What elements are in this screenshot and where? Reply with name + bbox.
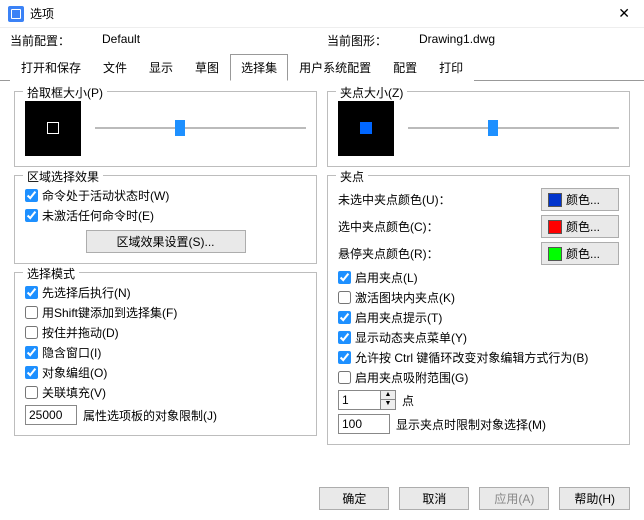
tab-7[interactable]: 打印 bbox=[428, 54, 474, 81]
grip-color-button-1[interactable]: 颜色... bbox=[541, 215, 619, 238]
tab-6[interactable]: 配置 bbox=[382, 54, 428, 81]
close-icon[interactable]: ✕ bbox=[612, 3, 636, 24]
selmode-limit-label: 属性选项板的对象限制(J) bbox=[83, 407, 217, 424]
tab-3[interactable]: 草图 bbox=[184, 54, 230, 81]
grip-color-row-0: 未选中夹点颜色(U)： 颜色... bbox=[338, 188, 619, 211]
selmode-group: 选择模式 先选择后执行(N)用Shift键添加到选择集(F)按住并拖动(D)隐含… bbox=[14, 272, 317, 436]
tab-0[interactable]: 打开和保存 bbox=[10, 54, 92, 81]
gripsize-preview bbox=[338, 100, 394, 156]
color-swatch-icon bbox=[548, 220, 562, 234]
grip-color-label-0: 未选中夹点颜色(U)： bbox=[338, 191, 451, 208]
spin-up-icon[interactable]: ▲ bbox=[381, 391, 395, 400]
gripsize-group: 夹点大小(Z) bbox=[327, 91, 630, 167]
selmode-chk-2[interactable]: 按住并拖动(D) bbox=[25, 324, 306, 341]
region-settings-button[interactable]: 区域效果设置(S)... bbox=[86, 230, 246, 253]
selmode-chk-4[interactable]: 对象编组(O) bbox=[25, 364, 306, 381]
selmode-legend: 选择模式 bbox=[23, 265, 79, 282]
grip-limit-input[interactable] bbox=[338, 414, 390, 434]
current-config-value: Default bbox=[102, 32, 140, 49]
grip-chk-4[interactable]: 允许按 Ctrl 键循环改变对象编辑方式行为(B) bbox=[338, 349, 619, 366]
color-swatch-icon bbox=[548, 193, 562, 207]
grips-legend: 夹点 bbox=[336, 168, 368, 185]
grip-chk-1[interactable]: 激活图块内夹点(K) bbox=[338, 289, 619, 306]
pickbox-legend: 拾取框大小(P) bbox=[23, 84, 107, 101]
dialog-title: 选项 bbox=[30, 5, 54, 22]
cancel-button[interactable]: 取消 bbox=[399, 487, 469, 510]
grip-color-button-2[interactable]: 颜色... bbox=[541, 242, 619, 265]
current-drawing-label: 当前图形： bbox=[327, 32, 387, 49]
pickbox-slider[interactable] bbox=[95, 118, 306, 138]
region-legend: 区域选择效果 bbox=[23, 168, 103, 185]
gripsize-slider[interactable] bbox=[408, 118, 619, 138]
gripsize-legend: 夹点大小(Z) bbox=[336, 84, 407, 101]
tab-5[interactable]: 用户系统配置 bbox=[288, 54, 382, 81]
current-drawing-value: Drawing1.dwg bbox=[419, 32, 495, 49]
chk-no-cmd[interactable]: 未激活任何命令时(E) bbox=[25, 207, 306, 224]
titlebar: 选项 ✕ bbox=[0, 0, 644, 28]
chk-cmd-active[interactable]: 命令处于活动状态时(W) bbox=[25, 187, 306, 204]
grip-color-label-1: 选中夹点颜色(C)： bbox=[338, 218, 439, 235]
grip-color-button-0[interactable]: 颜色... bbox=[541, 188, 619, 211]
grip-spin[interactable]: ▲▼ bbox=[338, 390, 396, 410]
app-icon bbox=[8, 6, 24, 22]
grips-group: 夹点 未选中夹点颜色(U)：颜色...选中夹点颜色(C)：颜色...悬停夹点颜色… bbox=[327, 175, 630, 445]
selmode-limit-input[interactable] bbox=[25, 405, 77, 425]
selmode-chk-3[interactable]: 隐含窗口(I) bbox=[25, 344, 306, 361]
grip-spin-input[interactable] bbox=[338, 390, 380, 410]
spin-down-icon[interactable]: ▼ bbox=[381, 400, 395, 409]
grip-chk-3[interactable]: 显示动态夹点菜单(Y) bbox=[338, 329, 619, 346]
tab-1[interactable]: 文件 bbox=[92, 54, 138, 81]
grip-color-row-1: 选中夹点颜色(C)： 颜色... bbox=[338, 215, 619, 238]
grip-chk-0[interactable]: 启用夹点(L) bbox=[338, 269, 619, 286]
help-button[interactable]: 帮助(H) bbox=[559, 487, 630, 510]
grip-chk-5[interactable]: 启用夹点吸附范围(G) bbox=[338, 369, 619, 386]
grip-color-row-2: 悬停夹点颜色(R)： 颜色... bbox=[338, 242, 619, 265]
apply-button[interactable]: 应用(A) bbox=[479, 487, 549, 510]
grip-limit-label: 显示夹点时限制对象选择(M) bbox=[396, 416, 546, 433]
color-swatch-icon bbox=[548, 247, 562, 261]
pickbox-group: 拾取框大小(P) bbox=[14, 91, 317, 167]
selmode-chk-0[interactable]: 先选择后执行(N) bbox=[25, 284, 306, 301]
dialog-footer: 确定 取消 应用(A) 帮助(H) bbox=[319, 487, 630, 510]
selmode-chk-5[interactable]: 关联填充(V) bbox=[25, 384, 306, 401]
grip-spin-label: 点 bbox=[402, 392, 414, 409]
tab-bar: 打开和保存文件显示草图选择集用户系统配置配置打印 bbox=[0, 53, 644, 81]
grip-chk-2[interactable]: 启用夹点提示(T) bbox=[338, 309, 619, 326]
selmode-chk-1[interactable]: 用Shift键添加到选择集(F) bbox=[25, 304, 306, 321]
top-info: 当前配置： Default 当前图形： Drawing1.dwg bbox=[0, 28, 644, 51]
current-config-label: 当前配置： bbox=[10, 32, 70, 49]
tab-4[interactable]: 选择集 bbox=[230, 54, 288, 81]
tab-2[interactable]: 显示 bbox=[138, 54, 184, 81]
pickbox-preview bbox=[25, 100, 81, 156]
ok-button[interactable]: 确定 bbox=[319, 487, 389, 510]
region-group: 区域选择效果 命令处于活动状态时(W) 未激活任何命令时(E) 区域效果设置(S… bbox=[14, 175, 317, 264]
grip-color-label-2: 悬停夹点颜色(R)： bbox=[338, 245, 439, 262]
